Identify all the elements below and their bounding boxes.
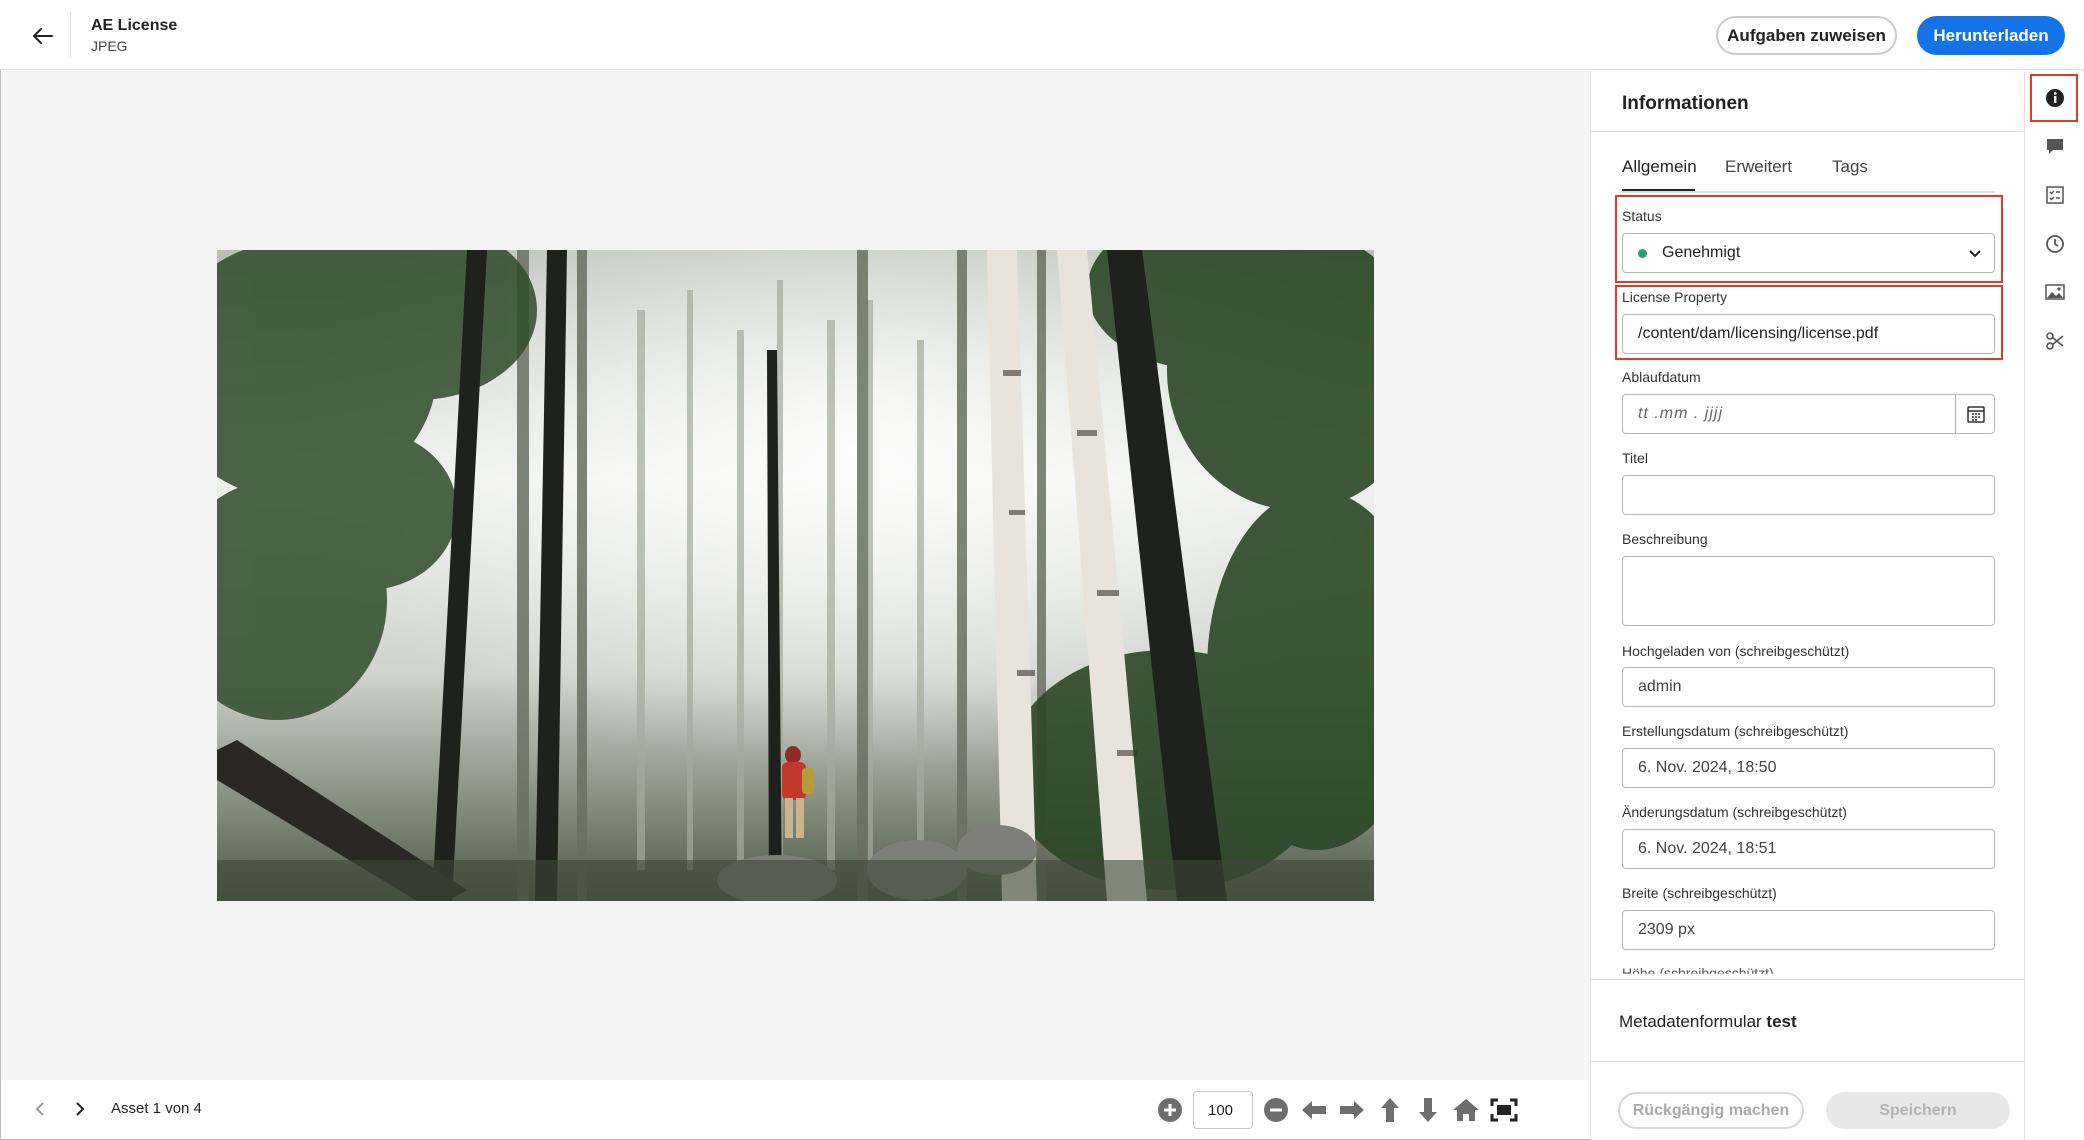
side-icon-rail xyxy=(2024,71,2084,1140)
divider xyxy=(1591,1061,2025,1062)
status-value: Genehmigt xyxy=(1662,244,1741,261)
description-textarea[interactable] xyxy=(1622,556,1995,626)
pan-right-button[interactable] xyxy=(1337,1095,1367,1125)
tab-advanced[interactable]: Erweitert xyxy=(1725,151,1792,191)
panel-tabs: Allgemein Erweitert Tags xyxy=(1622,151,1995,193)
fullscreen-button[interactable] xyxy=(1489,1095,1519,1125)
tab-tags[interactable]: Tags xyxy=(1832,151,1868,191)
smart-crop-button[interactable] xyxy=(2039,325,2071,357)
panel-title: Informationen xyxy=(1622,93,1749,114)
calendar-button[interactable] xyxy=(1955,394,1996,434)
calendar-icon xyxy=(1967,406,1985,423)
next-asset-button[interactable] xyxy=(69,1098,91,1120)
reset-view-button[interactable] xyxy=(1451,1095,1481,1125)
pan-down-button[interactable] xyxy=(1413,1095,1443,1125)
metadata-form-prefix: Metadatenformular xyxy=(1619,1012,1762,1031)
arrow-left-icon xyxy=(1302,1101,1326,1119)
pan-up-button[interactable] xyxy=(1375,1095,1405,1125)
asset-image[interactable] xyxy=(217,250,1374,901)
divider xyxy=(1591,131,2025,132)
status-dot xyxy=(1638,248,1647,258)
cut-icon xyxy=(2046,332,2064,350)
save-button[interactable]: Speichern xyxy=(1826,1092,2010,1129)
info-panel: Informationen Allgemein Erweitert Tags S… xyxy=(1590,71,2025,1140)
fullscreen-icon xyxy=(1490,1098,1518,1122)
chevron-left-icon xyxy=(35,1102,44,1116)
width-label: Breite (schreibgeschützt) xyxy=(1622,885,1777,901)
arrow-down-icon xyxy=(1419,1098,1437,1122)
renditions-icon xyxy=(2045,284,2065,300)
modified-label: Änderungsdatum (schreibgeschützt) xyxy=(1622,804,1847,820)
status-dropdown[interactable]: Genehmigt xyxy=(1622,233,1995,273)
header-divider xyxy=(70,12,71,58)
description-label: Beschreibung xyxy=(1622,531,1708,547)
pan-left-button[interactable] xyxy=(1299,1095,1329,1125)
expiry-date-input[interactable]: tt .mm . jjjj xyxy=(1622,394,1995,434)
zoom-in-button[interactable] xyxy=(1155,1095,1185,1125)
download-button[interactable]: Herunterladen xyxy=(1917,16,2065,55)
title-input[interactable] xyxy=(1622,475,1995,515)
comments-button[interactable] xyxy=(2039,131,2071,163)
width-field: 2309 px xyxy=(1622,910,1995,950)
uploaded-by-label: Hochgeladen von (schreibgeschützt) xyxy=(1622,643,1850,659)
asset-preview-area xyxy=(1,71,1590,1080)
title-label: Titel xyxy=(1622,450,1648,466)
arrow-right-icon xyxy=(1340,1101,1364,1119)
license-label: License Property xyxy=(1622,289,1728,305)
tasks-button[interactable] xyxy=(2039,179,2071,211)
modified-field: 6. Nov. 2024, 18:51 xyxy=(1622,829,1995,869)
back-button[interactable] xyxy=(24,20,60,52)
created-field: 6. Nov. 2024, 18:50 xyxy=(1622,748,1995,788)
expiry-label: Ablaufdatum xyxy=(1622,369,1701,385)
previous-asset-button[interactable] xyxy=(29,1098,51,1120)
home-icon xyxy=(1453,1099,1479,1121)
status-label: Status xyxy=(1622,208,1662,224)
tasks-icon xyxy=(2046,186,2064,204)
top-header: AE License JPEG Aufgaben zuweisen Herunt… xyxy=(0,0,2084,70)
metadata-form-name: test xyxy=(1766,1012,1797,1031)
arrow-up-icon xyxy=(1381,1098,1399,1122)
info-icon xyxy=(2046,89,2064,107)
zoom-toolbar xyxy=(1155,1091,1519,1129)
history-button[interactable] xyxy=(2039,228,2071,260)
asset-counter: Asset 1 von 4 xyxy=(111,1100,202,1117)
created-label: Erstellungsdatum (schreibgeschützt) xyxy=(1622,723,1849,739)
forest-photo xyxy=(217,250,1374,901)
chevron-down-icon xyxy=(1969,250,1981,258)
divider xyxy=(1591,979,2025,980)
zoom-out-button[interactable] xyxy=(1261,1095,1291,1125)
uploaded-by-field: admin xyxy=(1622,667,1995,707)
undo-button[interactable]: Rückgängig machen xyxy=(1618,1092,1804,1129)
history-icon xyxy=(2046,235,2064,253)
asset-type: JPEG xyxy=(91,38,128,54)
asset-title: AE License xyxy=(91,17,178,34)
license-input[interactable]: /content/dam/licensing/license.pdf xyxy=(1622,314,1995,354)
arrow-left-icon xyxy=(33,28,53,44)
tab-general[interactable]: Allgemein xyxy=(1622,151,1697,191)
assign-tasks-button[interactable]: Aufgaben zuweisen xyxy=(1716,16,1897,55)
info-button[interactable] xyxy=(2039,82,2071,114)
metadata-form-label: Metadatenformular test xyxy=(1619,1012,1797,1032)
plus-circle-icon xyxy=(1158,1098,1182,1122)
zoom-level-input[interactable] xyxy=(1193,1091,1253,1129)
chevron-right-icon xyxy=(76,1102,85,1116)
bottom-toolbar: Asset 1 von 4 xyxy=(1,1080,1590,1139)
renditions-button[interactable] xyxy=(2039,276,2071,308)
minus-circle-icon xyxy=(1264,1098,1288,1122)
expiry-placeholder: tt .mm . jjjj xyxy=(1638,405,1723,422)
comment-icon xyxy=(2047,139,2063,154)
